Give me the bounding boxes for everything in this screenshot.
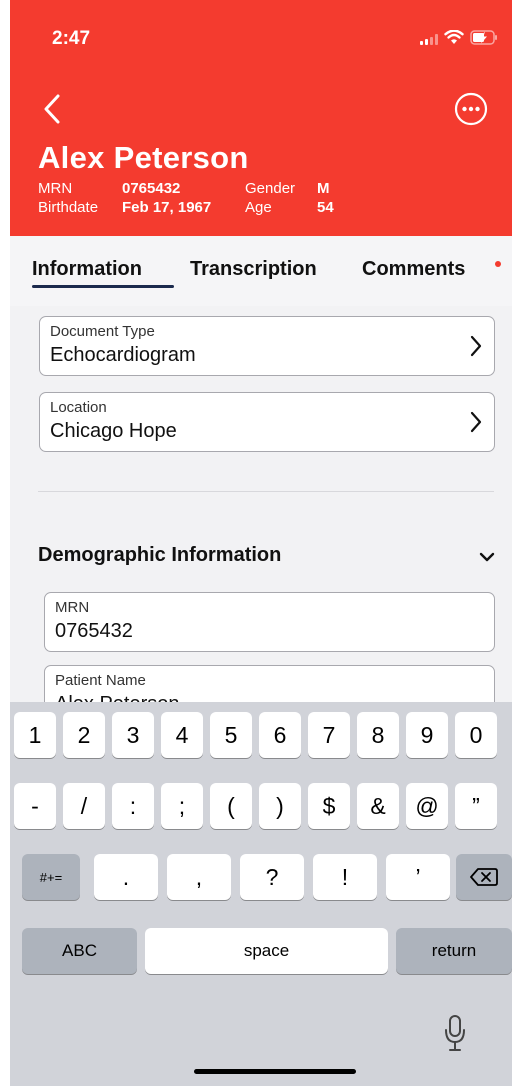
space-key[interactable]: space: [145, 928, 388, 974]
age-value: 54: [317, 199, 334, 216]
wifi-icon: [444, 30, 464, 44]
location-field[interactable]: Location Chicago Hope: [39, 392, 495, 452]
status-icons: [420, 30, 498, 45]
key-row2-9[interactable]: ”: [455, 783, 497, 829]
signal-icon: [420, 34, 438, 45]
key-row1-7[interactable]: 8: [357, 712, 399, 758]
home-indicator: [194, 1069, 356, 1074]
key-row1-4[interactable]: 5: [210, 712, 252, 758]
key-row1-0[interactable]: 1: [14, 712, 56, 758]
patient-name-field-label: Patient Name: [55, 672, 146, 689]
patient-name-field[interactable]: Patient Name Alex Peterson: [44, 665, 495, 702]
gender-label: Gender: [245, 180, 296, 197]
active-tab-indicator: [32, 285, 174, 288]
microphone-icon[interactable]: [444, 1014, 466, 1054]
mrn-field-label: MRN: [55, 599, 90, 616]
key-row2-1[interactable]: /: [63, 783, 105, 829]
document-type-label: Document Type: [50, 323, 155, 340]
document-type-value: Echocardiogram: [50, 344, 196, 366]
demographic-section-title[interactable]: Demographic Information: [38, 544, 281, 567]
delete-key[interactable]: [456, 854, 512, 900]
key-row3-3[interactable]: !: [313, 854, 377, 900]
location-label: Location: [50, 399, 107, 416]
phone-screen: 2:47 Alex Peterson MRN 0765432 Gender M …: [10, 0, 512, 1086]
more-options-icon[interactable]: [454, 92, 488, 126]
tab-information[interactable]: Information: [32, 258, 142, 281]
key-row2-0[interactable]: -: [14, 783, 56, 829]
mrn-value: 0765432: [122, 180, 181, 197]
chevron-down-icon[interactable]: [478, 550, 496, 564]
key-row1-3[interactable]: 4: [161, 712, 203, 758]
key-row3-4[interactable]: ’: [386, 854, 450, 900]
information-form: Document Type Echocardiogram Location Ch…: [10, 306, 512, 702]
patient-name-field-value: Alex Peterson: [55, 693, 180, 702]
key-row2-2[interactable]: :: [112, 783, 154, 829]
numeric-keyboard: 1234567890 - /:;() $ & @” #+= .,?!’ ABC spac…: [10, 702, 512, 1086]
mrn-field[interactable]: MRN 0765432: [44, 592, 495, 652]
battery-charging-icon: [470, 30, 497, 45]
key-row1-2[interactable]: 3: [112, 712, 154, 758]
key-row1-9[interactable]: 0: [455, 712, 497, 758]
mrn-label: MRN: [38, 180, 73, 197]
key-row3-1[interactable]: ,: [167, 854, 231, 900]
key-row1-6[interactable]: 7: [308, 712, 350, 758]
patient-name: Alex Peterson: [38, 140, 249, 175]
chevron-right-icon: [470, 335, 482, 357]
key-row2-8[interactable]: @: [406, 783, 448, 829]
mrn-field-value: 0765432: [55, 620, 133, 642]
abc-key[interactable]: ABC: [22, 928, 137, 974]
key-row2-6[interactable]: $: [308, 783, 350, 829]
back-chevron-icon[interactable]: [38, 92, 68, 126]
location-value: Chicago Hope: [50, 420, 177, 442]
more-symbols-key[interactable]: #+=: [22, 854, 80, 900]
birthdate-label: Birthdate: [38, 199, 99, 216]
return-key[interactable]: return: [396, 928, 512, 974]
key-row3-0[interactable]: .: [94, 854, 158, 900]
section-divider: [38, 491, 494, 492]
birthdate-value: Feb 17, 1967: [122, 199, 212, 216]
tab-transcription[interactable]: Transcription: [190, 258, 317, 281]
key-row1-5[interactable]: 6: [259, 712, 301, 758]
document-type-field[interactable]: Document Type Echocardiogram: [39, 316, 495, 376]
age-label: Age: [245, 199, 272, 216]
key-row1-1[interactable]: 2: [63, 712, 105, 758]
chevron-right-icon: [470, 411, 482, 433]
gender-value: M: [317, 180, 330, 197]
comments-notification-dot: [495, 261, 501, 267]
backspace-icon: [470, 868, 498, 886]
key-row2-7[interactable]: &: [357, 783, 399, 829]
key-row2-4[interactable]: (: [210, 783, 252, 829]
key-row2-3[interactable]: ;: [161, 783, 203, 829]
patient-header: 2:47 Alex Peterson MRN 0765432 Gender M …: [10, 0, 512, 236]
tab-bar: Information Transcription Comments: [10, 236, 512, 307]
key-row3-2[interactable]: ?: [240, 854, 304, 900]
key-row1-8[interactable]: 9: [406, 712, 448, 758]
status-time: 2:47: [52, 28, 91, 49]
key-row2-5[interactable]: ): [259, 783, 301, 829]
tab-comments[interactable]: Comments: [362, 258, 465, 281]
